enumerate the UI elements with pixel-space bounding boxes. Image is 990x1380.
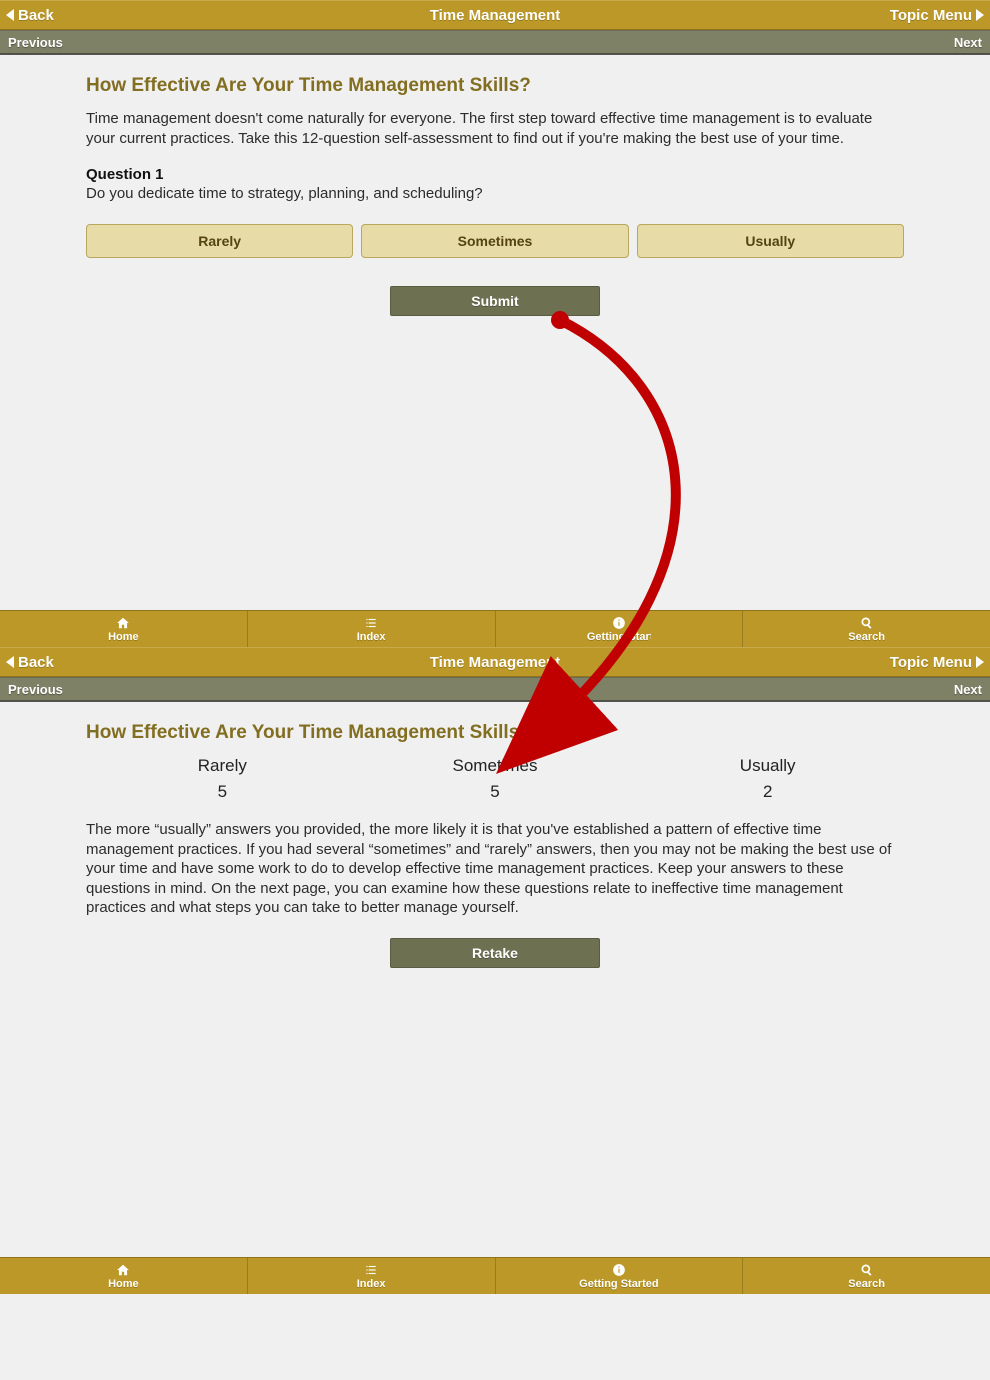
nav-search[interactable]: Search [742, 1258, 990, 1294]
home-icon [116, 1263, 130, 1277]
option-usually[interactable]: Usually [637, 224, 904, 258]
page-title: Time Management [0, 7, 990, 24]
info-icon [612, 616, 626, 630]
page-title: Time Management [0, 654, 990, 671]
back-button[interactable]: Back [6, 654, 54, 671]
retake-button[interactable]: Retake [390, 938, 600, 968]
result-col-rarely: Rarely 5 [86, 756, 359, 802]
list-icon [364, 616, 378, 630]
pager-bar: Previous Next [0, 30, 990, 54]
nav-search[interactable]: Search [742, 611, 990, 647]
content-area: How Effective Are Your Time Management S… [0, 55, 990, 316]
bottom-nav: Home Index Getting Started Search [0, 1257, 990, 1294]
result-label: Sometimes [359, 756, 632, 776]
result-value: 5 [359, 782, 632, 802]
list-icon [364, 1263, 378, 1277]
chevron-left-icon [6, 9, 14, 21]
result-label: Rarely [86, 756, 359, 776]
result-col-sometimes: Sometimes 5 [359, 756, 632, 802]
option-rarely[interactable]: Rarely [86, 224, 353, 258]
nav-home[interactable]: Home [0, 1258, 247, 1294]
chevron-right-icon [976, 9, 984, 21]
bottom-nav: Home Index Getting Started Search [0, 610, 990, 647]
back-button[interactable]: Back [6, 7, 54, 24]
back-label: Back [18, 7, 54, 24]
content-area: How Effective Are Your Time Management S… [0, 702, 990, 968]
screen-results: Back Time Management Topic Menu Previous… [0, 647, 990, 1294]
next-button[interactable]: Next [954, 35, 982, 50]
topic-menu-button[interactable]: Topic Menu [890, 654, 984, 671]
nav-home[interactable]: Home [0, 611, 247, 647]
feedback-text: The more “usually” answers you provided,… [86, 820, 904, 918]
search-icon [860, 1263, 874, 1277]
next-button[interactable]: Next [954, 682, 982, 697]
title-bar: Back Time Management Topic Menu [0, 647, 990, 677]
title-bar: Back Time Management Topic Menu [0, 0, 990, 30]
info-icon [612, 1263, 626, 1277]
result-col-usually: Usually 2 [631, 756, 904, 802]
topic-menu-label: Topic Menu [890, 7, 972, 24]
pager-bar: Previous Next [0, 677, 990, 701]
search-icon [860, 616, 874, 630]
previous-button[interactable]: Previous [8, 35, 63, 50]
nav-index[interactable]: Index [247, 1258, 495, 1294]
topic-menu-button[interactable]: Topic Menu [890, 7, 984, 24]
home-icon [116, 616, 130, 630]
result-value: 5 [86, 782, 359, 802]
intro-text: Time management doesn't come naturally f… [86, 109, 904, 148]
submit-button[interactable]: Submit [390, 286, 600, 316]
results-table: Rarely 5 Sometimes 5 Usually 2 [86, 756, 904, 802]
previous-button[interactable]: Previous [8, 682, 63, 697]
question-text: Do you dedicate time to strategy, planni… [86, 185, 904, 202]
result-value: 2 [631, 782, 904, 802]
option-sometimes[interactable]: Sometimes [361, 224, 628, 258]
result-label: Usually [631, 756, 904, 776]
chevron-left-icon [6, 656, 14, 668]
nav-getting-started[interactable]: Getting Started [495, 611, 743, 647]
screen-quiz: Back Time Management Topic Menu Previous… [0, 0, 990, 647]
nav-getting-started[interactable]: Getting Started [495, 1258, 743, 1294]
answer-options: Rarely Sometimes Usually [86, 224, 904, 258]
question-number: Question 1 [86, 166, 904, 183]
topic-menu-label: Topic Menu [890, 654, 972, 671]
back-label: Back [18, 654, 54, 671]
content-heading: How Effective Are Your Time Management S… [86, 722, 904, 744]
chevron-right-icon [976, 656, 984, 668]
content-heading: How Effective Are Your Time Management S… [86, 75, 904, 97]
nav-index[interactable]: Index [247, 611, 495, 647]
